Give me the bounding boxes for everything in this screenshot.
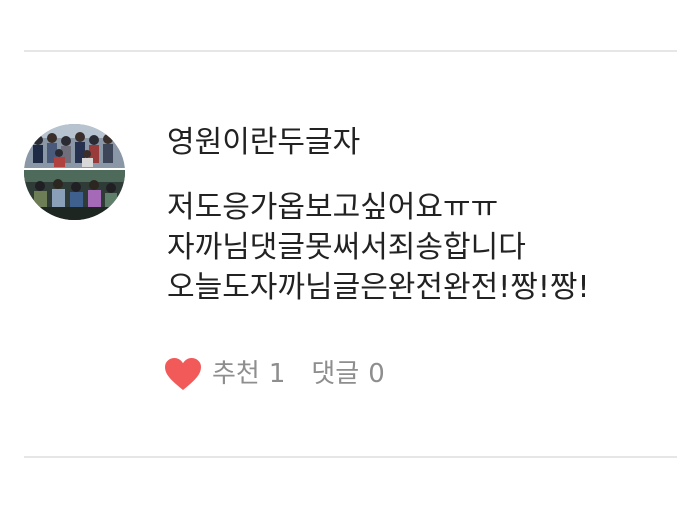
- comment-body: 저도응가옵보고싶어요ㅠㅠ 자까님댓글못써서죄송합니다 오늘도자까님글은완전완전!…: [167, 188, 667, 308]
- like-button[interactable]: 추천 1: [164, 354, 285, 394]
- avatar[interactable]: [24, 124, 125, 220]
- comment-line: 오늘도자까님글은완전완전!짱!짱!: [167, 270, 590, 305]
- comment-author[interactable]: 영원이란두글자: [167, 123, 360, 163]
- comment-actions: 추천 1 댓글 0: [164, 354, 385, 394]
- comment-line: 자까님댓글못써서죄송합니다: [167, 230, 526, 265]
- heart-icon: [165, 358, 201, 390]
- like-count: 1: [268, 359, 286, 389]
- reply-button[interactable]: 댓글 0: [311, 354, 384, 394]
- avatar-photo: [24, 124, 125, 220]
- bottom-divider: [24, 456, 677, 458]
- top-divider: [24, 50, 677, 52]
- comment-line: 저도응가옵보고싶어요ㅠㅠ: [167, 190, 499, 225]
- reply-count: 0: [368, 359, 385, 389]
- like-label: 추천: [212, 359, 260, 389]
- reply-label: 댓글: [311, 359, 360, 389]
